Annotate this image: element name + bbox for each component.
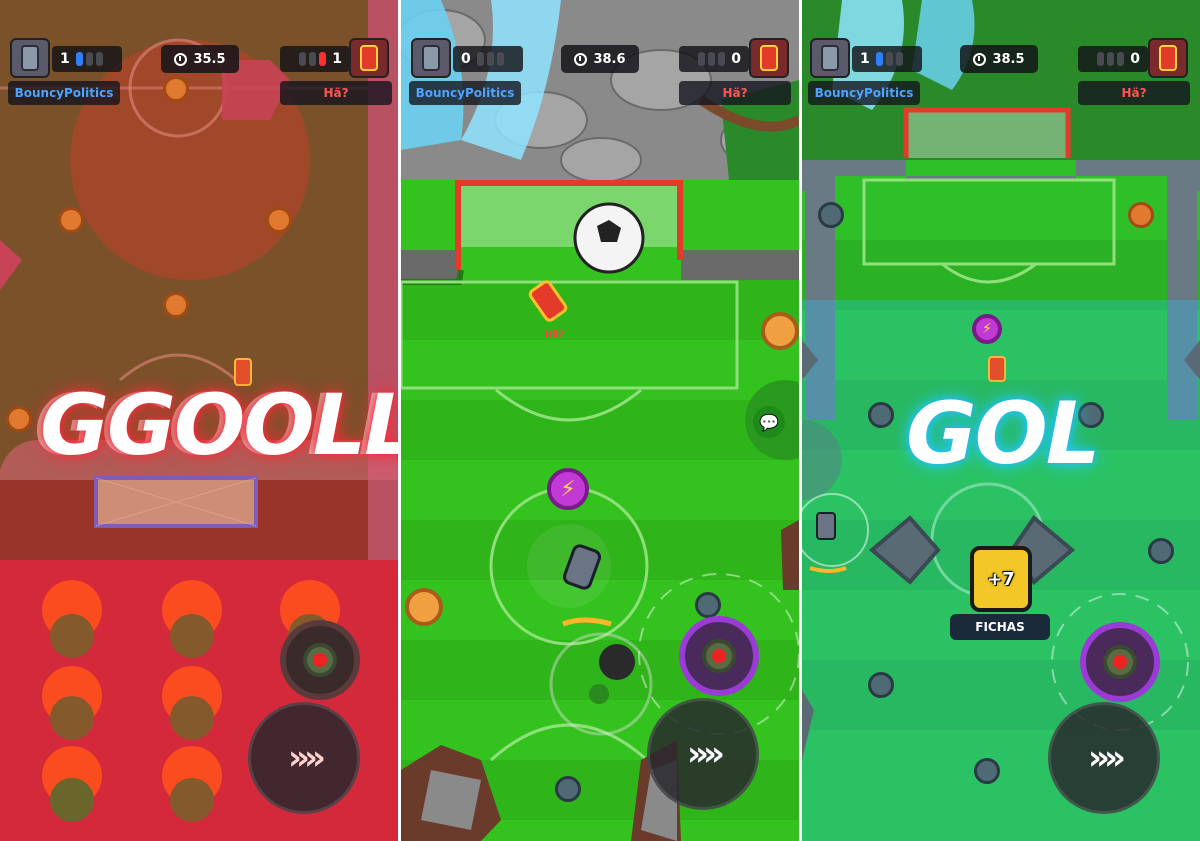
- bumper: [974, 758, 1000, 784]
- panel-divider: [398, 0, 401, 841]
- opponent-name: Hä?: [1078, 81, 1190, 105]
- player-name: BouncyPolitics: [409, 81, 521, 105]
- match-timer: 35.5: [161, 45, 239, 73]
- timer-value: 38.5: [992, 51, 1025, 67]
- player-avatar: [10, 38, 50, 78]
- bumper: [1128, 202, 1154, 228]
- opponent-avatar: [749, 38, 789, 78]
- bumper: [868, 402, 894, 428]
- bumper: [6, 406, 32, 432]
- player-score: 1: [860, 51, 870, 67]
- lightning-bolt-icon: ⚡: [972, 314, 1002, 344]
- player-score-box: 0: [453, 46, 523, 72]
- match-timer: 38.5: [960, 45, 1038, 73]
- opponent-car: [988, 356, 1006, 382]
- stopwatch-icon: [174, 52, 188, 66]
- opponent-name: Hä?: [679, 81, 791, 105]
- screenshot-panel-3: ⚡ GOL +7 FICHAS 1 BouncyPolitics 38.5 0 …: [802, 0, 1200, 841]
- goal-banner: GGOOLL: [40, 376, 398, 474]
- reward-popup: +7 FICHAS: [948, 540, 1052, 644]
- reward-label: FICHAS: [950, 614, 1050, 640]
- player-name: BouncyPolitics: [808, 81, 920, 105]
- fire-button-icon: [702, 639, 736, 673]
- opponent-score: 0: [731, 51, 741, 67]
- bumper: [555, 776, 581, 802]
- player-score: 1: [60, 51, 70, 67]
- fire-button[interactable]: [280, 620, 360, 700]
- lightning-bolt-icon: ⚡: [547, 468, 589, 510]
- opponent-score: 0: [1130, 51, 1140, 67]
- boost-button[interactable]: »»: [248, 702, 360, 814]
- opponent-avatar: [1148, 38, 1188, 78]
- coin: [405, 588, 443, 626]
- fire-button[interactable]: [1080, 622, 1160, 702]
- chat-bubble-icon[interactable]: 💬: [753, 406, 785, 438]
- player-score-box: 1: [852, 46, 922, 72]
- opponent-avatar: [349, 38, 389, 78]
- player-name: BouncyPolitics: [8, 81, 120, 105]
- bumper: [58, 207, 84, 233]
- boost-button[interactable]: »»: [1048, 702, 1160, 814]
- opponent-car-label: Hä?: [545, 330, 564, 340]
- boost-button[interactable]: »»: [647, 698, 759, 810]
- timer-value: 35.5: [193, 51, 226, 67]
- player-avatar: [810, 38, 850, 78]
- panel-divider: [799, 0, 802, 841]
- bumper: [163, 76, 189, 102]
- triple-chevron-icon: »»: [687, 734, 725, 774]
- bumper: [818, 202, 844, 228]
- fire-button-icon: [303, 643, 337, 677]
- timer-value: 38.6: [593, 51, 626, 67]
- screenshot-panel-1: GGOOLL 1 BouncyPolitics 35.5 1 Hä? »»: [0, 0, 398, 841]
- player-score-box: 1: [52, 46, 122, 72]
- opponent-score: 1: [332, 51, 342, 67]
- match-timer: 38.6: [561, 45, 639, 73]
- triple-chevron-icon: »»: [288, 738, 326, 778]
- opponent-score-box: 0: [1078, 46, 1148, 72]
- bumper: [266, 207, 292, 233]
- player-score: 0: [461, 51, 471, 67]
- fire-button-icon: [1103, 645, 1137, 679]
- tokens-icon: +7: [970, 546, 1032, 612]
- screenshot-panel-2: Hä? ⚡ 💬 0 BouncyPolitics 38.6 0 Hä? »»: [401, 0, 799, 841]
- player-avatar: [411, 38, 451, 78]
- bumper: [868, 672, 894, 698]
- opponent-score-box: 1: [280, 46, 350, 72]
- bumper: [163, 292, 189, 318]
- fire-button[interactable]: [679, 616, 759, 696]
- stopwatch-icon: [973, 52, 987, 66]
- opponent-score-box: 0: [679, 46, 749, 72]
- bumper: [1148, 538, 1174, 564]
- reward-amount: +7: [987, 568, 1015, 590]
- player-car: [816, 512, 836, 540]
- bumper: [695, 592, 721, 618]
- opponent-name: Hä?: [280, 81, 392, 105]
- stopwatch-icon: [574, 52, 588, 66]
- coin: [761, 312, 799, 350]
- goal-banner: GOL: [906, 384, 1100, 484]
- triple-chevron-icon: »»: [1088, 738, 1126, 778]
